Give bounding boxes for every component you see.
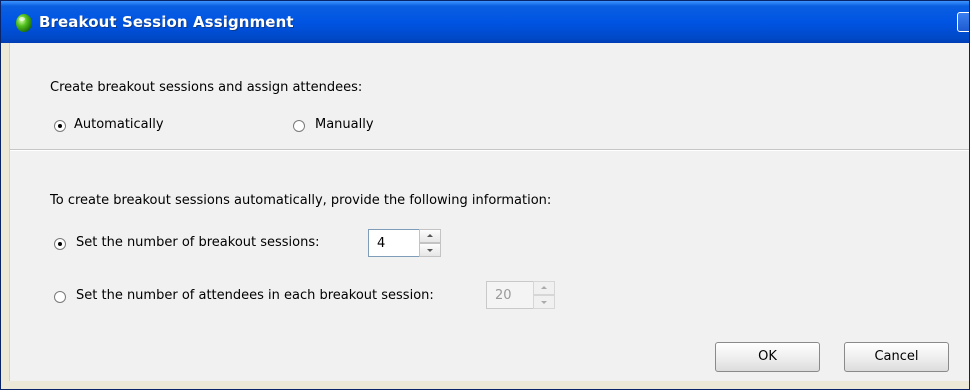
radio-automatically[interactable]: [54, 120, 66, 132]
section-divider: [10, 149, 969, 151]
spin-up-icon[interactable]: [533, 281, 555, 295]
dialog-window: Breakout Session Assignment Create break…: [0, 0, 970, 390]
dialog-content: Create breakout sessions and assign atte…: [9, 43, 969, 381]
spin-down-icon[interactable]: [533, 295, 555, 309]
radio-manually[interactable]: [293, 120, 305, 132]
radio-automatically-label[interactable]: Automatically: [74, 117, 164, 132]
number-of-sessions-input[interactable]: 4: [368, 229, 420, 257]
close-icon[interactable]: [957, 12, 969, 32]
create-sessions-prompt: Create breakout sessions and assign atte…: [50, 80, 363, 95]
app-orb-icon: [16, 14, 32, 32]
ok-button[interactable]: OK: [715, 342, 820, 372]
number-of-sessions-label[interactable]: Set the number of breakout sessions:: [76, 235, 320, 250]
number-of-sessions-value: 4: [377, 236, 386, 251]
attendees-per-session-stepper[interactable]: [533, 281, 555, 309]
auto-info-prompt: To create breakout sessions automaticall…: [50, 193, 552, 208]
attendees-per-session-value: 20: [495, 288, 512, 303]
radio-manually-label[interactable]: Manually: [315, 117, 374, 132]
attendees-per-session-label[interactable]: Set the number of attendees in each brea…: [76, 288, 434, 303]
number-of-sessions-stepper[interactable]: [419, 229, 441, 257]
spin-down-icon[interactable]: [419, 243, 441, 257]
spin-up-icon[interactable]: [419, 229, 441, 243]
window-title: Breakout Session Assignment: [39, 13, 294, 31]
radio-number-of-sessions[interactable]: [54, 238, 66, 250]
attendees-per-session-input[interactable]: 20: [486, 281, 534, 309]
cancel-button[interactable]: Cancel: [844, 342, 949, 372]
title-bar[interactable]: Breakout Session Assignment: [1, 1, 969, 43]
radio-attendees-per-session[interactable]: [54, 291, 66, 303]
